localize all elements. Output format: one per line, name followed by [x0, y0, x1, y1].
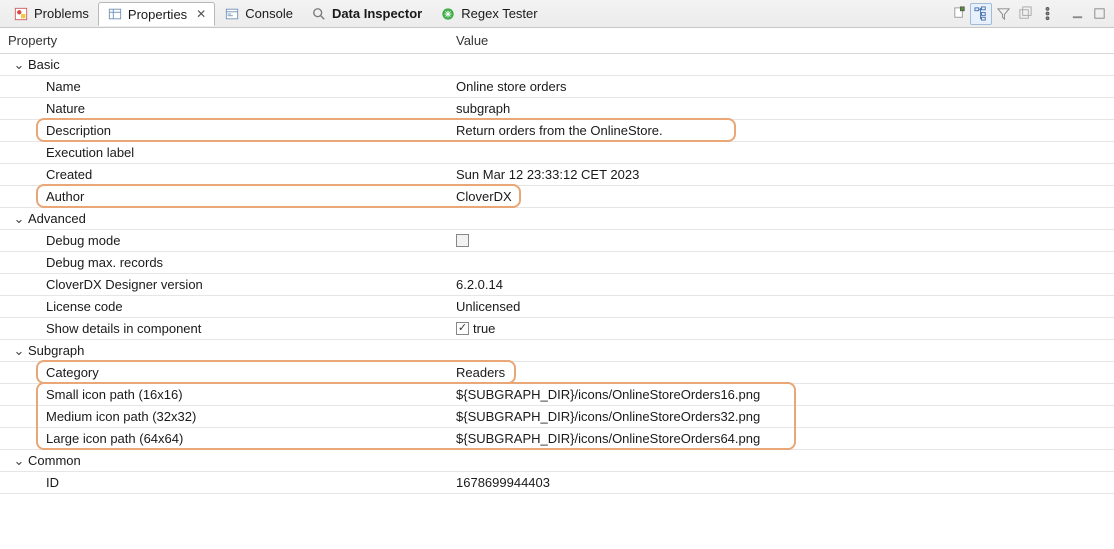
- chevron-down-icon: ⌄: [10, 57, 28, 73]
- row-debug-mode[interactable]: Debug mode: [0, 230, 1114, 252]
- prop-label: Category: [46, 365, 99, 380]
- prop-value: ${SUBGRAPH_DIR}/icons/OnlineStoreOrders6…: [456, 431, 760, 446]
- tab-problems[interactable]: Problems: [4, 2, 98, 26]
- row-category[interactable]: Category Readers: [0, 362, 1114, 384]
- tab-data-inspector[interactable]: Data Inspector: [302, 2, 431, 26]
- prop-value: Online store orders: [456, 79, 567, 94]
- row-name[interactable]: Name Online store orders: [0, 76, 1114, 98]
- prop-value: 6.2.0.14: [456, 277, 503, 292]
- group-basic[interactable]: ⌄ Basic: [0, 54, 1114, 76]
- prop-value: subgraph: [456, 101, 510, 116]
- row-small-icon[interactable]: Small icon path (16x16) ${SUBGRAPH_DIR}/…: [0, 384, 1114, 406]
- group-advanced[interactable]: ⌄ Advanced: [0, 208, 1114, 230]
- chevron-down-icon: ⌄: [10, 211, 28, 227]
- row-id[interactable]: ID 1678699944403: [0, 472, 1114, 494]
- prop-value: Unlicensed: [456, 299, 520, 314]
- prop-label: Execution label: [46, 145, 134, 160]
- restore-icon[interactable]: [1014, 3, 1036, 25]
- view-tabs: Problems Properties ✕ Console Data Inspe…: [0, 0, 1114, 28]
- row-medium-icon[interactable]: Medium icon path (32x32) ${SUBGRAPH_DIR}…: [0, 406, 1114, 428]
- prop-label: Large icon path (64x64): [46, 431, 183, 446]
- prop-value: true: [473, 321, 495, 336]
- row-debug-max-records[interactable]: Debug max. records: [0, 252, 1114, 274]
- prop-label: CloverDX Designer version: [46, 277, 203, 292]
- prop-label: Author: [46, 189, 84, 204]
- chevron-down-icon: ⌄: [10, 453, 28, 469]
- checkbox-icon[interactable]: [456, 234, 469, 247]
- row-large-icon[interactable]: Large icon path (64x64) ${SUBGRAPH_DIR}/…: [0, 428, 1114, 450]
- prop-label: License code: [46, 299, 123, 314]
- prop-label: Description: [46, 123, 111, 138]
- header-property: Property: [0, 33, 450, 48]
- row-nature[interactable]: Nature subgraph: [0, 98, 1114, 120]
- prop-value: Sun Mar 12 23:33:12 CET 2023: [456, 167, 639, 182]
- row-execution-label[interactable]: Execution label: [0, 142, 1114, 164]
- prop-label: Medium icon path (32x32): [46, 409, 196, 424]
- tab-label: Data Inspector: [332, 6, 422, 21]
- tab-regex-tester[interactable]: Regex Tester: [431, 2, 546, 26]
- row-show-details[interactable]: Show details in component true: [0, 318, 1114, 340]
- warning-icon: [13, 6, 29, 22]
- group-label: Basic: [28, 57, 60, 72]
- checkbox-icon[interactable]: [456, 322, 469, 335]
- minimize-icon[interactable]: [1066, 3, 1088, 25]
- group-subgraph[interactable]: ⌄ Subgraph: [0, 340, 1114, 362]
- prop-label: Created: [46, 167, 92, 182]
- row-designer-version[interactable]: CloverDX Designer version 6.2.0.14: [0, 274, 1114, 296]
- prop-value: 1678699944403: [456, 475, 550, 490]
- prop-label: Debug mode: [46, 233, 120, 248]
- close-icon[interactable]: ✕: [196, 7, 206, 21]
- header-value: Value: [450, 33, 1114, 48]
- maximize-icon[interactable]: [1088, 3, 1110, 25]
- prop-label: Debug max. records: [46, 255, 163, 270]
- row-created[interactable]: Created Sun Mar 12 23:33:12 CET 2023: [0, 164, 1114, 186]
- prop-label: ID: [46, 475, 59, 490]
- tree-icon[interactable]: [970, 3, 992, 25]
- prop-value: Return orders from the OnlineStore.: [456, 123, 663, 138]
- new-icon[interactable]: [948, 3, 970, 25]
- regex-icon: [440, 6, 456, 22]
- properties-tree: ⌄ Basic Name Online store orders Nature …: [0, 54, 1114, 494]
- prop-label: Small icon path (16x16): [46, 387, 183, 402]
- row-description[interactable]: Description Return orders from the Onlin…: [0, 120, 1114, 142]
- tab-label: Problems: [34, 6, 89, 21]
- tab-label: Regex Tester: [461, 6, 537, 21]
- tab-console[interactable]: Console: [215, 2, 302, 26]
- tab-label: Properties: [128, 7, 187, 22]
- tab-properties[interactable]: Properties ✕: [98, 2, 215, 26]
- prop-value: Readers: [456, 365, 505, 380]
- prop-label: Nature: [46, 101, 85, 116]
- menu-icon[interactable]: [1036, 3, 1058, 25]
- prop-label: Name: [46, 79, 81, 94]
- row-license-code[interactable]: License code Unlicensed: [0, 296, 1114, 318]
- magnifier-icon: [311, 6, 327, 22]
- prop-value: CloverDX: [456, 189, 512, 204]
- filter-icon[interactable]: [992, 3, 1014, 25]
- row-author[interactable]: Author CloverDX: [0, 186, 1114, 208]
- column-header: Property Value: [0, 28, 1114, 54]
- properties-icon: [107, 6, 123, 22]
- group-label: Advanced: [28, 211, 86, 226]
- console-icon: [224, 6, 240, 22]
- tab-label: Console: [245, 6, 293, 21]
- group-common[interactable]: ⌄ Common: [0, 450, 1114, 472]
- group-label: Subgraph: [28, 343, 84, 358]
- prop-value: ${SUBGRAPH_DIR}/icons/OnlineStoreOrders1…: [456, 387, 760, 402]
- prop-label: Show details in component: [46, 321, 201, 336]
- prop-value: ${SUBGRAPH_DIR}/icons/OnlineStoreOrders3…: [456, 409, 760, 424]
- group-label: Common: [28, 453, 81, 468]
- chevron-down-icon: ⌄: [10, 343, 28, 359]
